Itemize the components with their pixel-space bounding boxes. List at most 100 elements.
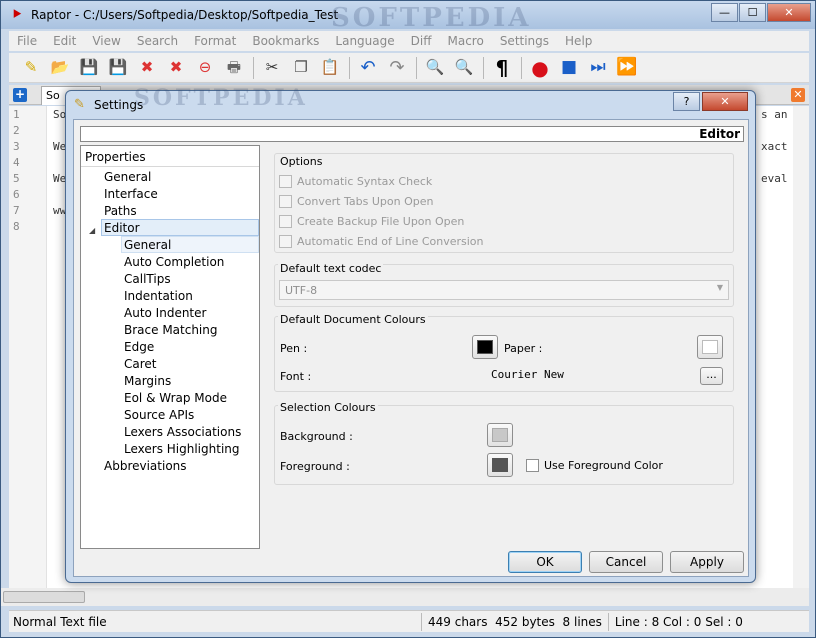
copy-icon[interactable]: ❐ <box>289 56 313 80</box>
tree-item-eol-wrap-mode[interactable]: Eol & Wrap Mode <box>124 390 227 407</box>
tree-item-calltips[interactable]: CallTips <box>124 271 171 288</box>
save-icon[interactable]: 💾 <box>77 56 101 80</box>
menu-settings[interactable]: Settings <box>492 34 557 48</box>
record-macro-icon[interactable]: ● <box>528 56 552 80</box>
automatic-syntax-check-checkbox[interactable]: Automatic Syntax Check <box>279 175 432 188</box>
tree-header: Properties <box>81 146 259 167</box>
zoom-in-icon[interactable]: 🔍 <box>423 56 447 80</box>
toolbar-separator <box>349 56 350 79</box>
dialog-body: Editor Properties General Interface Path… <box>73 119 749 577</box>
paper-colour-button[interactable] <box>697 335 723 359</box>
tree-item-auto-indenter[interactable]: Auto Indenter <box>124 305 206 322</box>
tree-item-general[interactable]: General <box>104 169 151 186</box>
undo-icon[interactable]: ↶ <box>356 56 380 80</box>
show-whitespace-icon[interactable]: ¶ <box>490 56 514 80</box>
menu-edit[interactable]: Edit <box>45 34 84 48</box>
checkbox-box[interactable] <box>279 195 292 208</box>
tree-item-lexers-associations[interactable]: Lexers Associations <box>124 424 241 441</box>
menu-format[interactable]: Format <box>186 34 244 48</box>
tree-item-lexers-highlighting[interactable]: Lexers Highlighting <box>124 441 240 458</box>
dialog-title-bar: ✎ Settings SOFTPEDIA ? ✕ <box>66 85 755 119</box>
maximize-button[interactable]: ☐ <box>739 3 766 22</box>
horizontal-scroll-thumb[interactable] <box>3 591 85 603</box>
menu-diff[interactable]: Diff <box>403 34 440 48</box>
toolbar-separator <box>253 56 254 79</box>
checkbox-label: Create Backup File Upon Open <box>297 215 465 228</box>
line-number: 7 <box>13 204 20 217</box>
tree-item-editor-general[interactable]: General <box>121 236 259 253</box>
close-file-icon[interactable]: ✖ <box>135 56 159 80</box>
tree-item-editor[interactable]: Editor <box>101 219 259 236</box>
menu-macro[interactable]: Macro <box>439 34 491 48</box>
run-macro-multiple-icon[interactable]: ⏩ <box>615 56 639 80</box>
eol-conversion-checkbox[interactable]: Automatic End of Line Conversion <box>279 235 484 248</box>
tree-item-source-apis[interactable]: Source APIs <box>124 407 194 424</box>
menu-file[interactable]: File <box>9 34 45 48</box>
tree-item-auto-completion[interactable]: Auto Completion <box>124 254 224 271</box>
use-foreground-color-checkbox[interactable]: Use Foreground Color <box>526 459 663 472</box>
checkbox-box[interactable] <box>279 215 292 228</box>
paste-icon[interactable]: 📋 <box>318 56 342 80</box>
create-backup-checkbox[interactable]: Create Backup File Upon Open <box>279 215 464 228</box>
status-counts: 449 chars 452 bytes 8 lines <box>421 612 608 631</box>
open-file-icon[interactable]: 📂 <box>48 56 72 80</box>
tree-item-paths[interactable]: Paths <box>104 203 137 220</box>
save-all-icon[interactable]: 💾 <box>106 56 130 80</box>
menu-search[interactable]: Search <box>129 34 186 48</box>
settings-tree: Properties General Interface Paths ◢ Edi… <box>80 145 260 549</box>
checkbox-box[interactable] <box>526 459 539 472</box>
menu-view[interactable]: View <box>84 34 128 48</box>
pen-colour-button[interactable] <box>472 335 498 359</box>
status-cursor: Line : 8 Col : 0 Sel : 0 <box>607 612 749 631</box>
close-window-button[interactable]: ✕ <box>767 3 811 22</box>
dialog-close-button[interactable]: ✕ <box>702 92 748 111</box>
close-all-icon[interactable]: ✖ <box>164 56 188 80</box>
close-tab-icon[interactable]: ✕ <box>791 88 805 102</box>
new-tab-icon[interactable]: + <box>13 88 27 102</box>
tree-item-margins[interactable]: Margins <box>124 373 171 390</box>
print-icon[interactable]: 🖶 <box>222 56 246 80</box>
toolbar: ✎ 📂 💾 💾 ✖ ✖ ⊖ 🖶 ✂ ❐ 📋 ↶ ↷ 🔍 🔍 ¶ ● ■ ⏭ ⏩ <box>9 53 809 83</box>
tree-item-caret[interactable]: Caret <box>124 356 157 373</box>
document-tab-label: So <box>46 89 60 102</box>
new-file-icon[interactable]: ✎ <box>19 56 43 80</box>
settings-tools-icon: ✎ <box>74 97 85 112</box>
tree-item-interface[interactable]: Interface <box>104 186 158 203</box>
tree-item-edge[interactable]: Edge <box>124 339 154 356</box>
stop-macro-icon[interactable]: ■ <box>557 56 581 80</box>
status-bytes: 452 bytes <box>495 614 555 629</box>
settings-dialog: ✎ Settings SOFTPEDIA ? ✕ Editor Properti… <box>65 85 756 583</box>
redo-icon[interactable]: ↷ <box>385 56 409 80</box>
choose-font-button[interactable]: ... <box>700 367 723 385</box>
selection-background-button[interactable] <box>487 423 513 447</box>
zoom-out-icon[interactable]: 🔍 <box>452 56 476 80</box>
checkbox-label: Use Foreground Color <box>544 459 663 472</box>
cut-icon[interactable]: ✂ <box>260 56 284 80</box>
dialog-help-button[interactable]: ? <box>673 92 700 111</box>
horizontal-scrollbar[interactable] <box>1 588 809 606</box>
checkbox-box[interactable] <box>279 175 292 188</box>
text-codec-value: UTF-8 <box>285 284 318 297</box>
text-codec-select[interactable]: UTF-8 ▼ <box>279 280 729 300</box>
pen-colour-swatch <box>477 340 493 354</box>
convert-tabs-checkbox[interactable]: Convert Tabs Upon Open <box>279 195 433 208</box>
checkbox-box[interactable] <box>279 235 292 248</box>
apply-button[interactable]: Apply <box>670 551 744 573</box>
close-other-icon[interactable]: ⊖ <box>193 56 217 80</box>
tree-expand-arrow-icon[interactable]: ◢ <box>89 226 95 235</box>
ok-button[interactable]: OK <box>508 551 582 573</box>
menu-language[interactable]: Language <box>327 34 402 48</box>
minimize-button[interactable]: — <box>711 3 738 22</box>
menu-bar: File Edit View Search Format Bookmarks L… <box>9 31 809 51</box>
line-number: 6 <box>13 188 20 201</box>
tree-item-abbreviations[interactable]: Abbreviations <box>104 458 187 475</box>
menu-help[interactable]: Help <box>557 34 600 48</box>
play-macro-icon[interactable]: ⏭ <box>586 56 610 80</box>
menu-bookmarks[interactable]: Bookmarks <box>244 34 327 48</box>
cancel-button[interactable]: Cancel <box>589 551 663 573</box>
vertical-scrollbar[interactable] <box>793 106 809 588</box>
toolbar-separator <box>416 56 417 79</box>
selection-foreground-button[interactable] <box>487 453 513 477</box>
tree-item-brace-matching[interactable]: Brace Matching <box>124 322 218 339</box>
tree-item-indentation[interactable]: Indentation <box>124 288 193 305</box>
